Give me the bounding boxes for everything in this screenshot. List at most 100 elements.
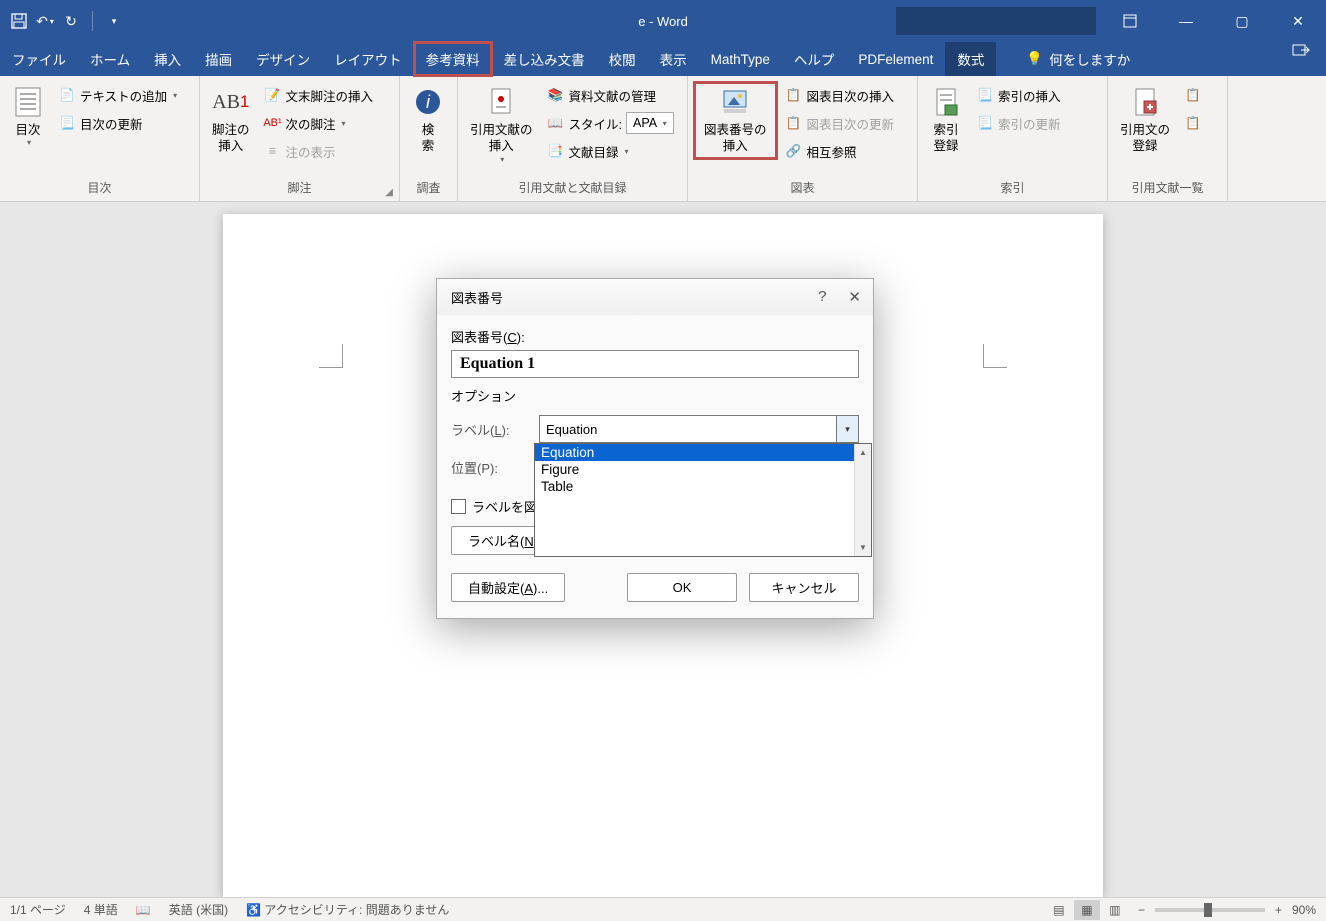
update-toa-button: 📋	[1180, 110, 1206, 136]
ribbon-display-icon[interactable]	[1102, 0, 1158, 42]
caption-field-label: 図表番号(C):	[451, 327, 859, 346]
redo-icon[interactable]: ↻	[62, 12, 80, 30]
tab-pdfelement[interactable]: PDFelement	[846, 42, 945, 76]
search-button[interactable]: i 検 索	[406, 82, 450, 159]
tab-references[interactable]: 参考資料	[414, 42, 492, 76]
dialog-titlebar: 図表番号 ? ✕	[437, 279, 873, 315]
tab-home[interactable]: ホーム	[78, 42, 142, 76]
style-select[interactable]: APA ▾	[626, 112, 674, 134]
footnote-label: 脚注の 挿入	[212, 122, 250, 155]
index-label: 索引 登録	[933, 122, 958, 155]
zoom-level[interactable]: 90%	[1292, 903, 1316, 917]
insert-endnote-button[interactable]: 📝文末脚注の挿入	[260, 82, 378, 108]
exclude-label-checkbox[interactable]	[451, 499, 466, 514]
insert-toa-button: 📋	[1180, 82, 1206, 108]
window-controls: — ▢ ✕	[1102, 0, 1326, 42]
add-text-button[interactable]: 📄テキストの追加▾	[54, 82, 181, 108]
web-layout-icon[interactable]: ▥	[1102, 900, 1128, 920]
accessibility[interactable]: ♿ アクセシビリティ: 問題ありません	[246, 901, 449, 918]
zoom-slider[interactable]	[1155, 908, 1265, 912]
tab-layout[interactable]: レイアウト	[322, 42, 414, 76]
print-layout-icon[interactable]: ▦	[1074, 900, 1100, 920]
zoom-thumb[interactable]	[1204, 903, 1212, 917]
group-toc-label: 目次	[6, 179, 193, 201]
tab-mathtype[interactable]: MathType	[699, 42, 782, 76]
tab-mailmerge[interactable]: 差し込み文書	[492, 42, 597, 76]
language[interactable]: 英語 (米国)	[169, 901, 228, 918]
help-icon[interactable]: ?	[818, 288, 826, 306]
save-icon[interactable]	[10, 12, 28, 30]
qat-customize-icon[interactable]: ▾	[105, 12, 123, 30]
cancel-button[interactable]: キャンセル	[749, 573, 859, 602]
label-combo[interactable]: Equation ▾	[539, 415, 859, 443]
read-mode-icon[interactable]: ▤	[1046, 900, 1072, 920]
group-authorities-label: 引用文献一覧	[1114, 179, 1221, 201]
style-row: 📖スタイル: APA ▾	[543, 110, 678, 136]
dialog-title: 図表番号	[451, 288, 503, 307]
launcher-icon[interactable]: ◢	[385, 187, 393, 198]
close-icon[interactable]: ✕	[1270, 0, 1326, 42]
insert-caption-button[interactable]: 図表番号の 挿入	[694, 82, 777, 159]
bibliography-button[interactable]: 📑文献目録▾	[543, 138, 678, 164]
tell-me[interactable]: 💡 何をしますか	[1026, 42, 1130, 76]
crossref-button[interactable]: 🔗相互参照	[781, 138, 899, 164]
caption-input[interactable]	[451, 350, 859, 378]
minimize-icon[interactable]: —	[1158, 0, 1214, 42]
undo-icon[interactable]: ↶▾	[36, 12, 54, 30]
tell-me-label: 何をしますか	[1049, 49, 1130, 69]
index-icon	[930, 86, 962, 118]
tab-draw[interactable]: 描画	[193, 42, 244, 76]
insert-index-button[interactable]: 📃索引の挿入	[972, 82, 1065, 108]
scroll-down-icon[interactable]: ▼	[855, 539, 871, 556]
maximize-icon[interactable]: ▢	[1214, 0, 1270, 42]
update-toc-button[interactable]: 📃目次の更新	[54, 110, 181, 136]
tab-view[interactable]: 表示	[648, 42, 699, 76]
mark-index-button[interactable]: 索引 登録	[924, 82, 968, 159]
zoom-in-icon[interactable]: +	[1275, 903, 1282, 917]
options-label: オプション	[451, 386, 859, 405]
tab-file[interactable]: ファイル	[0, 42, 78, 76]
tab-equation[interactable]: 数式	[945, 42, 996, 76]
ribbon: 目次 ▾ 📄テキストの追加▾ 📃目次の更新 目次 AB1 脚注の 挿入 📝文末脚…	[0, 76, 1326, 202]
mark-citation-button[interactable]: 引用文の 登録	[1114, 82, 1176, 159]
zoom-out-icon[interactable]: −	[1138, 903, 1145, 917]
tab-review[interactable]: 校閲	[597, 42, 648, 76]
manage-sources-button[interactable]: 📚資料文献の管理	[543, 82, 678, 108]
word-count[interactable]: 4 単語	[84, 901, 118, 918]
toc-button[interactable]: 目次 ▾	[6, 82, 50, 153]
dropdown-item[interactable]: Table	[535, 478, 871, 495]
show-notes-button[interactable]: ≡注の表示	[260, 138, 378, 164]
scrollbar[interactable]: ▲ ▼	[854, 444, 871, 556]
titlebar: ↶▾ ↻ ▾ e - Word — ▢ ✕	[0, 0, 1326, 42]
ok-button[interactable]: OK	[627, 573, 737, 602]
tab-insert[interactable]: 挿入	[142, 42, 193, 76]
account-area[interactable]	[896, 7, 1096, 35]
scroll-up-icon[interactable]: ▲	[855, 444, 871, 461]
tab-help[interactable]: ヘルプ	[782, 42, 847, 76]
chevron-down-icon: ▾	[27, 138, 31, 148]
next-footnote-button[interactable]: AB¹次の脚注▾	[260, 110, 378, 136]
insert-citation-button[interactable]: 引用文献の 挿入▾	[464, 82, 539, 169]
insert-tof-button[interactable]: 📋図表目次の挿入	[781, 82, 899, 108]
spellcheck-icon[interactable]: 📖	[136, 903, 151, 917]
dropdown-item[interactable]: Figure	[535, 461, 871, 478]
close-icon[interactable]: ✕	[848, 288, 861, 306]
auto-caption-button[interactable]: 自動設定(A)...	[451, 573, 565, 602]
insert-footnote-button[interactable]: AB1 脚注の 挿入	[206, 82, 256, 159]
chevron-down-icon[interactable]: ▾	[836, 416, 858, 442]
group-citation-label: 引用文献と文献目録	[464, 179, 681, 201]
tab-design[interactable]: デザイン	[244, 42, 322, 76]
qat-separator	[92, 11, 93, 31]
dropdown-item[interactable]: Equation	[535, 444, 871, 461]
group-caption-label: 図表	[694, 179, 911, 201]
group-authorities: 引用文の 登録 📋 📋 引用文献一覧	[1108, 76, 1228, 201]
style-icon: 📖	[547, 114, 565, 132]
label-field-label: ラベル(L):	[451, 420, 531, 439]
add-text-icon: 📄	[58, 86, 76, 104]
search-label: 検 索	[422, 122, 435, 155]
position-field-label: 位置(P):	[451, 458, 531, 477]
manage-icon: 📚	[547, 86, 565, 104]
share-icon[interactable]	[1292, 42, 1310, 60]
page-number[interactable]: 1/1 ページ	[10, 901, 66, 918]
tof-icon: 📋	[785, 86, 803, 104]
